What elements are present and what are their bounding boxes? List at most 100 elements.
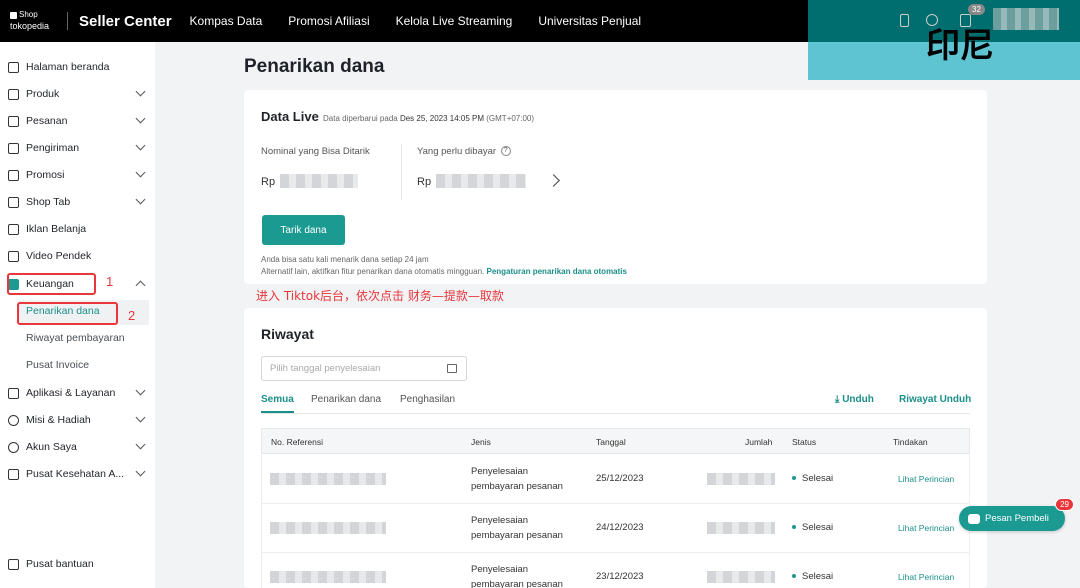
amount-blurred	[707, 473, 775, 485]
note-date: Des 25, 2023 14:05 PM	[399, 114, 485, 123]
nav-universitas-penjual[interactable]: Universitas Penjual	[538, 14, 641, 28]
sidebar-item-misi-hadiah[interactable]: Misi & Hadiah	[8, 410, 148, 430]
shield-icon	[8, 468, 19, 480]
download-button[interactable]: ⤓ Unduh	[835, 394, 874, 405]
sidebar-item-video-pendek[interactable]: Video Pendek	[8, 246, 148, 266]
brand-title[interactable]: Seller Center	[79, 13, 172, 30]
chevron-right-icon[interactable]	[547, 174, 560, 187]
sidebar-item-label: Pengiriman	[26, 142, 80, 154]
divider	[401, 144, 402, 200]
sidebar-item-label: Pesanan	[26, 115, 68, 127]
col-jenis: Jenis	[471, 437, 491, 447]
highlight-penarikan-dana	[17, 302, 118, 325]
sidebar-item-beranda[interactable]: Halaman beranda	[8, 57, 148, 77]
sidebar-help[interactable]: Pusat bantuan	[8, 554, 148, 574]
data-live-title: Data Live	[261, 109, 319, 124]
payable-label-group: Yang perlu dibayar ?	[417, 146, 511, 157]
sidebar-item-akun-saya[interactable]: Akun Saya	[8, 437, 148, 457]
cell-tanggal: 25/12/2023	[596, 473, 644, 484]
page-title: Penarikan dana	[244, 56, 385, 77]
buyer-chat-button[interactable]: Pesan Pembeli 29	[959, 498, 1074, 531]
sidebar-sub-pusat-invoice[interactable]: Pusat Invoice	[26, 359, 89, 371]
chevron-down-icon	[135, 466, 146, 477]
nav-promosi-afiliasi[interactable]: Promosi Afiliasi	[288, 14, 369, 28]
cell-jenis: Penyelesaian pembayaran pesanan	[471, 466, 563, 492]
chevron-down-icon	[135, 412, 146, 423]
sidebar-item-aplikasi-layanan[interactable]: Aplikasi & Layanan	[8, 383, 148, 403]
sidebar-item-pengiriman[interactable]: Pengiriman	[8, 138, 148, 158]
cell-jenis: Penyelesaian pembayaran pesanan	[471, 564, 563, 588]
col-tindakan: Tindakan	[893, 437, 928, 447]
chevron-down-icon	[135, 113, 146, 124]
reference-blurred	[270, 522, 386, 534]
tabs-divider	[261, 413, 970, 414]
reference-blurred	[270, 571, 386, 583]
withdrawable-currency: Rp	[261, 176, 276, 188]
table-row: Penyelesaian pembayaran pesanan 23/12/20…	[261, 553, 970, 588]
sidebar-item-promosi[interactable]: Promosi	[8, 165, 148, 185]
sidebar-item-label: Pusat Kesehatan A...	[26, 468, 125, 480]
view-details-link[interactable]: Lihat Perincian	[898, 474, 954, 484]
payable-amount-blurred	[436, 174, 526, 188]
step-number-2: 2	[128, 308, 136, 323]
sidebar-item-label: Shop Tab	[26, 196, 71, 208]
help-label: Pusat bantuan	[26, 558, 94, 570]
nav-kompas-data[interactable]: Kompas Data	[190, 14, 263, 28]
chevron-down-icon	[135, 194, 146, 205]
col-tanggal: Tanggal	[596, 437, 626, 447]
cell-tanggal: 23/12/2023	[596, 571, 644, 582]
video-icon	[8, 250, 19, 262]
tab-penghasilan[interactable]: Penghasilan	[400, 394, 455, 405]
sidebar-item-iklan-belanja[interactable]: Iklan Belanja	[8, 219, 148, 239]
withdraw-hint-2: Alternatif lain, aktifkan fitur penarika…	[261, 267, 627, 276]
download-history-link[interactable]: Riwayat Unduh	[899, 394, 971, 405]
divider	[67, 12, 68, 30]
phone-icon[interactable]	[900, 14, 909, 27]
megaphone-icon	[8, 169, 19, 181]
box-icon	[8, 88, 19, 100]
cell-tanggal: 24/12/2023	[596, 522, 644, 533]
help-circle-icon[interactable]: ?	[500, 146, 511, 157]
shop-bag-icon	[10, 11, 17, 19]
payable-label: Yang perlu dibayar	[417, 146, 497, 157]
instruction-text: 进入 Tiktok后台，依次点击 财务—提款—取款	[256, 289, 504, 303]
sidebar-item-shop-tab[interactable]: Shop Tab	[8, 192, 148, 212]
hint2-text: Alternatif lain, aktifkan fitur penarika…	[261, 267, 485, 276]
shop-icon	[8, 196, 19, 208]
tab-penarikan-dana[interactable]: Penarikan dana	[311, 394, 381, 405]
auto-withdraw-settings-link[interactable]: Pengaturan penarikan dana otomatis	[486, 267, 626, 276]
sidebar-item-label: Video Pendek	[26, 250, 92, 262]
sidebar-item-label: Akun Saya	[26, 441, 77, 453]
view-details-link[interactable]: Lihat Perincian	[898, 572, 954, 582]
sidebar-item-label: Halaman beranda	[26, 61, 110, 73]
col-jumlah: Jumlah	[745, 437, 773, 447]
withdraw-button[interactable]: Tarik dana	[262, 215, 345, 245]
logo-shop-text: Shop	[19, 10, 38, 19]
chevron-down-icon	[135, 385, 146, 396]
sidebar-sub-riwayat-pembayaran[interactable]: Riwayat pembayaran	[26, 332, 125, 344]
tab-semua[interactable]: Semua	[261, 394, 294, 405]
col-status: Status	[792, 437, 817, 447]
amount-blurred	[707, 522, 775, 534]
date-picker-input[interactable]: Pilih tanggal penyelesaian	[261, 356, 467, 381]
sidebar-item-pusat-kesehatan[interactable]: Pusat Kesehatan A...	[8, 464, 148, 484]
note-timezone: (GMT+07:00)	[486, 114, 535, 123]
download-icon: ⤓	[835, 394, 840, 405]
view-details-link[interactable]: Lihat Perincian	[898, 523, 954, 533]
nav-live-streaming[interactable]: Kelola Live Streaming	[396, 14, 513, 28]
table-row: Penyelesaian pembayaran pesanan 25/12/20…	[261, 455, 970, 504]
region-label-overlay: 32 印尼	[808, 0, 1080, 80]
sidebar-item-label: Aplikasi & Layanan	[26, 387, 116, 399]
chat-icon	[968, 513, 980, 524]
tokopedia-shop-logo[interactable]: Shop tokopedia	[0, 11, 58, 31]
sidebar-item-produk[interactable]: Produk	[8, 84, 148, 104]
calendar-icon	[447, 364, 457, 373]
sidebar-item-pesanan[interactable]: Pesanan	[8, 111, 148, 131]
chat-label: Pesan Pembeli	[985, 513, 1049, 524]
cell-status: Selesai	[792, 522, 833, 533]
chevron-up-icon	[135, 280, 146, 291]
blurred-account-name[interactable]	[993, 8, 1059, 30]
truck-icon	[8, 142, 19, 154]
table-row: Penyelesaian pembayaran pesanan 24/12/20…	[261, 504, 970, 553]
riwayat-title: Riwayat	[261, 326, 314, 342]
